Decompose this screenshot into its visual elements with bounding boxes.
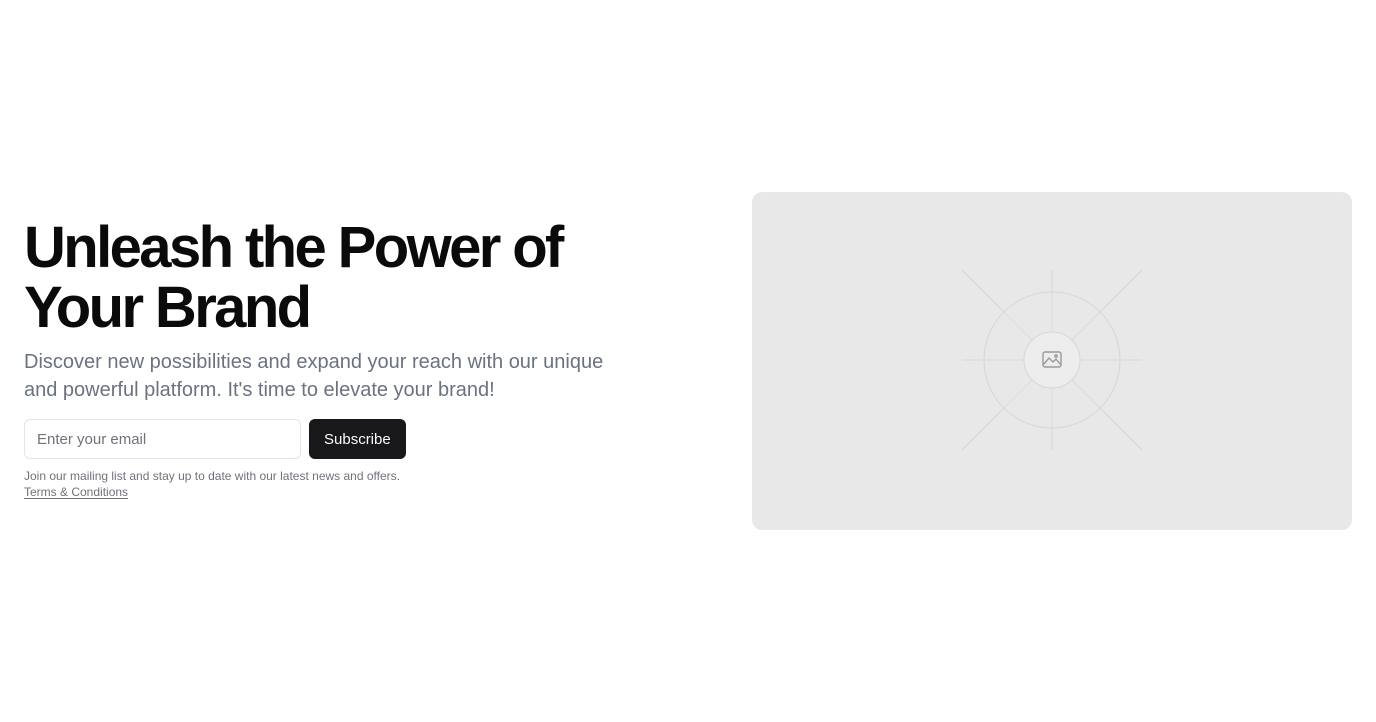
- hero-image-placeholder: [752, 192, 1352, 530]
- hero-content: Unleash the Power of Your Brand Discover…: [24, 218, 644, 500]
- mailing-list-note: Join our mailing list and stay up to dat…: [24, 468, 404, 500]
- fine-print-text: Join our mailing list and stay up to dat…: [24, 469, 400, 483]
- terms-link[interactable]: Terms & Conditions: [24, 485, 128, 499]
- placeholder-graphic: [961, 269, 1143, 451]
- hero-section: Unleash the Power of Your Brand Discover…: [0, 0, 1376, 722]
- hero-subheadline: Discover new possibilities and expand yo…: [24, 351, 604, 401]
- subscribe-form: Subscribe: [24, 419, 644, 459]
- hero-headline: Unleash the Power of Your Brand: [24, 215, 564, 340]
- subscribe-button[interactable]: Subscribe: [309, 419, 406, 459]
- email-input[interactable]: [24, 419, 301, 459]
